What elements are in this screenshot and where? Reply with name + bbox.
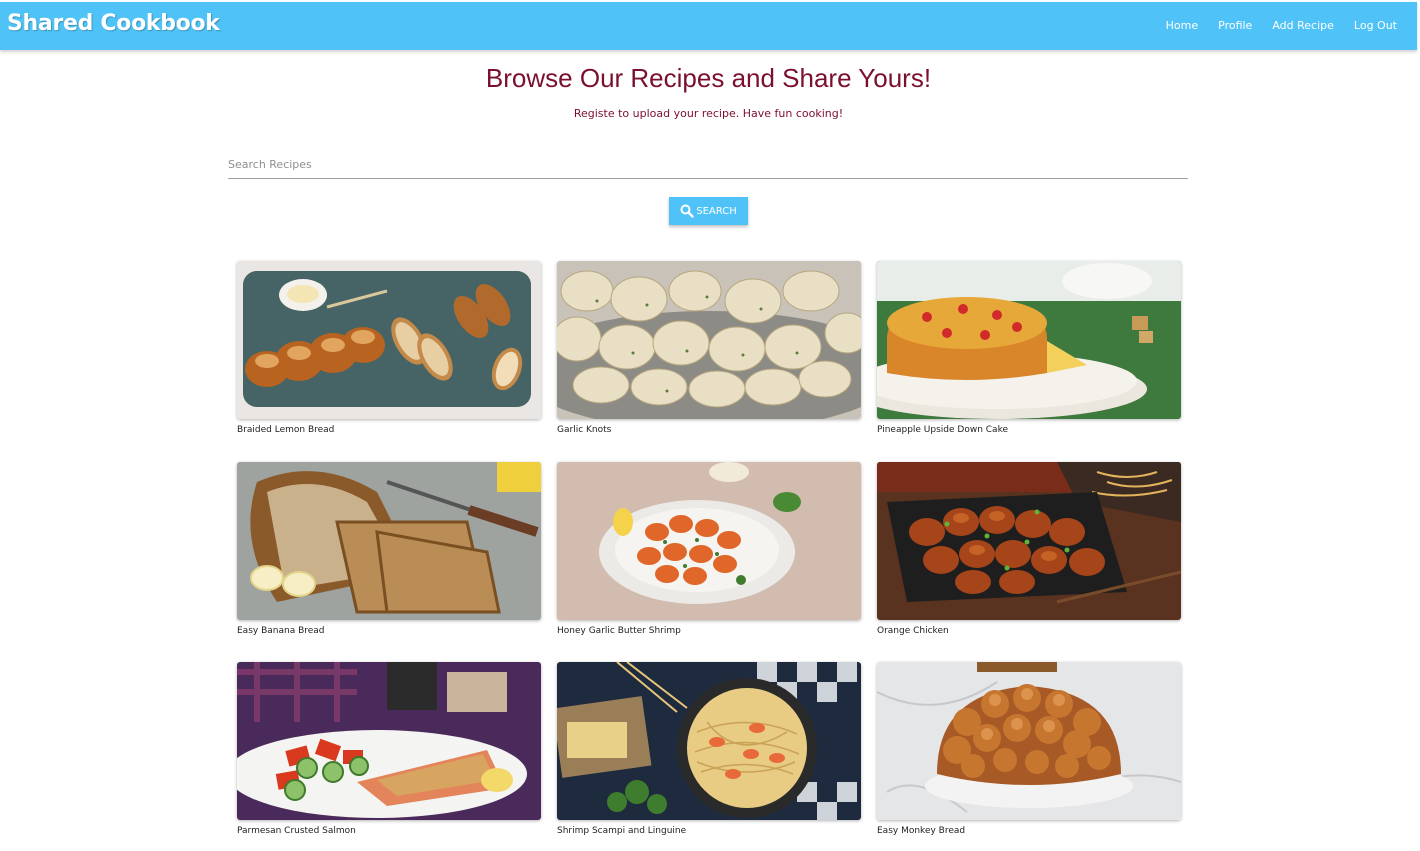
recipe-title[interactable]: Shrimp Scampi and Linguine (557, 826, 861, 836)
recipe-title[interactable]: Garlic Knots (557, 425, 861, 435)
recipe-title[interactable]: Pineapple Upside Down Cake (877, 425, 1181, 435)
nav-link-add-recipe[interactable]: Add Recipe (1262, 19, 1344, 32)
page-title: Browse Our Recipes and Share Yours! (485, 63, 932, 93)
page-subtitle: Registe to upload your recipe. Have fun … (573, 107, 844, 120)
search-input[interactable] (228, 150, 1188, 179)
recipe-card[interactable]: Easy Monkey Bread (877, 662, 1181, 836)
nav-link-log-out[interactable]: Log Out (1344, 19, 1407, 32)
recipe-title[interactable]: Easy Banana Bread (237, 626, 541, 636)
recipe-title[interactable]: Orange Chicken (877, 626, 1181, 636)
recipe-card[interactable]: Parmesan Crusted Salmon (237, 662, 541, 836)
recipe-image[interactable] (557, 662, 861, 820)
nav-link-profile[interactable]: Profile (1208, 19, 1262, 32)
recipe-card[interactable]: Shrimp Scampi and Linguine (557, 662, 861, 836)
recipe-image[interactable] (237, 261, 541, 419)
recipe-image[interactable] (237, 462, 541, 620)
recipe-title[interactable]: Easy Monkey Bread (877, 826, 1181, 836)
recipe-image[interactable] (557, 261, 861, 419)
recipe-title[interactable]: Parmesan Crusted Salmon (237, 826, 541, 836)
recipe-image[interactable] (877, 462, 1181, 620)
search-button-label: SEARCH (696, 205, 737, 217)
navbar: Shared Cookbook Home Profile Add Recipe … (0, 2, 1417, 50)
recipe-card[interactable]: Braided Lemon Bread (237, 261, 541, 435)
recipe-title[interactable]: Braided Lemon Bread (237, 425, 541, 435)
recipe-image[interactable] (237, 662, 541, 820)
recipe-image[interactable] (557, 462, 861, 620)
recipe-image[interactable] (877, 662, 1181, 820)
search-button[interactable]: SEARCH (669, 197, 748, 225)
recipe-image[interactable] (877, 261, 1181, 419)
recipe-card[interactable]: Garlic Knots (557, 261, 861, 435)
recipe-card[interactable]: Easy Banana Bread (237, 462, 541, 636)
recipe-card[interactable]: Orange Chicken (877, 462, 1181, 636)
recipe-title[interactable]: Honey Garlic Butter Shrimp (557, 626, 861, 636)
brand-logo[interactable]: Shared Cookbook (7, 11, 220, 36)
recipe-card[interactable]: Honey Garlic Butter Shrimp (557, 462, 861, 636)
search-icon (680, 204, 694, 218)
nav-links: Home Profile Add Recipe Log Out (1156, 19, 1407, 32)
nav-link-home[interactable]: Home (1156, 19, 1208, 32)
recipe-card[interactable]: Pineapple Upside Down Cake (877, 261, 1181, 435)
